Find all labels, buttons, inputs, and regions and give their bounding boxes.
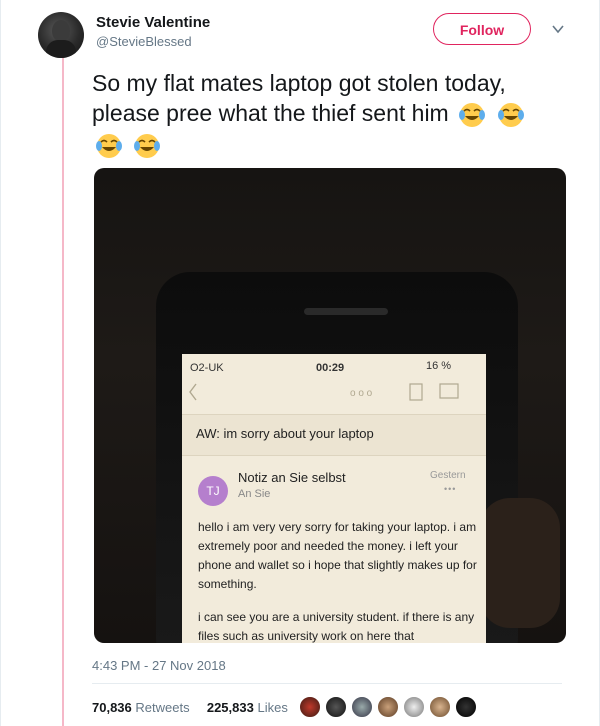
liker-avatar[interactable] <box>402 695 426 719</box>
face-with-tears-of-joy-icon <box>459 102 486 127</box>
left-border <box>0 0 1 726</box>
trash-icon <box>409 383 423 401</box>
author-avatar[interactable] <box>38 12 84 58</box>
liker-avatar[interactable] <box>454 695 478 719</box>
retweets-count[interactable]: 70,836 <box>92 700 132 715</box>
tweet-stats: 70,836 Retweets 225,833 Likes <box>92 700 288 715</box>
liker-avatar[interactable] <box>428 695 452 719</box>
retweets-label[interactable]: Retweets <box>135 700 189 715</box>
mail-subject: AW: im sorry about your laptop <box>196 426 374 441</box>
author-name[interactable]: Stevie Valentine <box>96 14 210 31</box>
mail-subject-bar: AW: im sorry about your laptop <box>182 414 486 456</box>
liker-avatar[interactable] <box>376 695 400 719</box>
mail-paragraph: hello i am very very sorry for taking yo… <box>198 520 477 591</box>
tweet-text-content: So my flat mates laptop got stolen today… <box>92 70 506 126</box>
chevron-down-icon[interactable] <box>551 22 565 36</box>
mail-sender: Notiz an Sie selbst <box>238 470 346 485</box>
mail-body: hello i am very very sorry for taking yo… <box>198 518 478 643</box>
archive-icon <box>439 383 459 399</box>
tweet-text: So my flat mates laptop got stolen today… <box>92 68 562 160</box>
phone-clock: 00:29 <box>316 362 345 374</box>
tweet-timestamp[interactable]: 4:43 PM - 27 Nov 2018 <box>92 658 226 673</box>
more-options-icon: o o o <box>350 388 373 399</box>
back-arrow-icon <box>189 383 197 401</box>
likes-label[interactable]: Likes <box>257 700 287 715</box>
mail-date: Gestern <box>430 470 466 481</box>
face-with-tears-of-joy-icon <box>497 102 524 127</box>
face-with-tears-of-joy-icon <box>134 133 161 158</box>
hand-shadow <box>480 498 560 628</box>
mail-paragraph: i can see you are a university student. … <box>198 610 475 643</box>
likes-count[interactable]: 225,833 <box>207 700 254 715</box>
phone-speaker <box>304 308 388 315</box>
sender-avatar: TJ <box>198 476 228 506</box>
mail-toolbar: o o o <box>189 383 459 401</box>
liker-avatar[interactable] <box>350 695 374 719</box>
follow-button[interactable]: Follow <box>433 13 531 45</box>
face-with-tears-of-joy-icon <box>96 133 122 158</box>
avatar-body <box>46 40 76 58</box>
carrier-label: O2-UK <box>190 362 224 374</box>
author-handle[interactable]: @StevieBlessed <box>96 34 192 49</box>
battery-label: 16 % <box>426 360 452 372</box>
phone-screen: O2-UK 00:29 16 % o o o AW: im sorry abou… <box>182 354 486 643</box>
mail-recipient: An Sie <box>238 488 271 500</box>
divider <box>92 683 562 684</box>
liker-avatar[interactable] <box>298 695 322 719</box>
mail-more-icon: ••• <box>444 484 457 494</box>
avatar-face <box>52 20 70 42</box>
thread-line <box>62 56 64 726</box>
phone-status-bar: O2-UK 00:29 16 % <box>182 354 486 378</box>
liker-avatar[interactable] <box>324 695 348 719</box>
tweet-photo[interactable]: O2-UK 00:29 16 % o o o AW: im sorry abou… <box>94 168 566 643</box>
